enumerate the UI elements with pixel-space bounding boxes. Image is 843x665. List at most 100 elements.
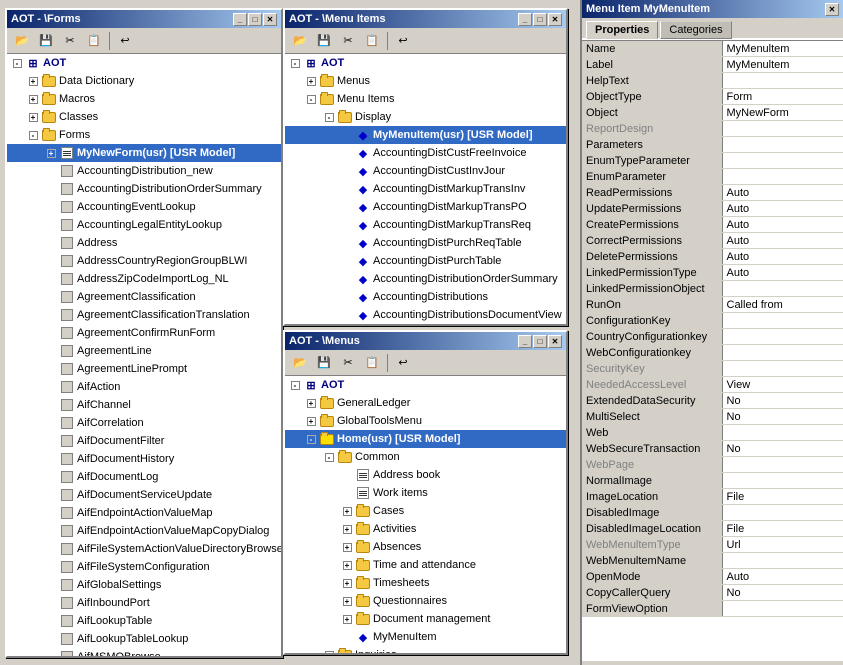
list-item[interactable]: AccountingEventLookup: [7, 198, 281, 216]
mn-gl[interactable]: + GeneralLedger: [285, 394, 566, 412]
mi-mymenuitem[interactable]: ◆ MyMenuItem(usr) [USR Model]: [285, 126, 566, 144]
prop-value[interactable]: File: [722, 489, 843, 505]
prop-value[interactable]: File: [722, 521, 843, 537]
prop-value[interactable]: No: [722, 393, 843, 409]
mn-inq-expander[interactable]: +: [321, 647, 337, 653]
table-row[interactable]: CreatePermissionsAuto: [582, 217, 843, 233]
prop-value[interactable]: [722, 553, 843, 569]
list-item[interactable]: ◆ AccountingDistributions: [285, 288, 566, 306]
mn-activities[interactable]: + Activities: [285, 520, 566, 538]
mn-aot-root[interactable]: - ⊞ AOT: [285, 376, 566, 394]
forms-tb-btn2[interactable]: 💾: [35, 31, 57, 51]
list-item[interactable]: ◆ AccountingDistCustFreeInvoice: [285, 144, 566, 162]
prop-value[interactable]: Auto: [722, 265, 843, 281]
table-row[interactable]: DisabledImageLocationFile: [582, 521, 843, 537]
table-row[interactable]: DeletePermissionsAuto: [582, 249, 843, 265]
table-row[interactable]: WebMenultemTypeUrl: [582, 537, 843, 553]
forms-mynewform[interactable]: + MyNewForm(usr) [USR Model]: [7, 144, 281, 162]
forms-maximize-btn[interactable]: □: [248, 13, 262, 26]
list-item[interactable]: AccountingDistribution_new: [7, 162, 281, 180]
table-row[interactable]: EnumParameter: [582, 169, 843, 185]
table-row[interactable]: FormViewOption: [582, 601, 843, 617]
mi-menuitems[interactable]: - Menu Items: [285, 90, 566, 108]
mn-cases[interactable]: + Cases: [285, 502, 566, 520]
list-item[interactable]: AifEndpointActionValueMapCopyDialog: [7, 522, 281, 540]
mn-inquiries[interactable]: + Inquiries: [285, 646, 566, 653]
mi-aot-root[interactable]: - ⊞ AOT: [285, 54, 566, 72]
table-row[interactable]: NeededAccessLevelView: [582, 377, 843, 393]
list-item[interactable]: ◆ AccountingDistMarkupTransPO: [285, 198, 566, 216]
table-row[interactable]: WebPage: [582, 457, 843, 473]
prop-value[interactable]: Auto: [722, 233, 843, 249]
prop-value[interactable]: [722, 169, 843, 185]
list-item[interactable]: ◆ AccountingDistributionOrderSummary: [285, 270, 566, 288]
table-row[interactable]: RunOnCalled from: [582, 297, 843, 313]
prop-value[interactable]: [722, 73, 843, 89]
list-item[interactable]: AifGlobalSettings: [7, 576, 281, 594]
list-item[interactable]: AifDocumentLog: [7, 468, 281, 486]
table-row[interactable]: ObjectTypeForm: [582, 89, 843, 105]
table-row[interactable]: MultiSelectNo: [582, 409, 843, 425]
prop-value[interactable]: Auto: [722, 249, 843, 265]
list-item[interactable]: ◆ AccountingDistCustInvJour: [285, 162, 566, 180]
list-item[interactable]: AifAction: [7, 378, 281, 396]
table-row[interactable]: ConfigurationKey: [582, 313, 843, 329]
table-row[interactable]: LabelMyMenultem: [582, 57, 843, 73]
list-item[interactable]: AifLookupTable: [7, 612, 281, 630]
table-row[interactable]: NameMyMenultem: [582, 41, 843, 57]
mn-aot-expander[interactable]: -: [287, 377, 303, 393]
menus-close[interactable]: ✕: [548, 335, 562, 348]
list-item[interactable]: AddressZipCodeImportLog_NL: [7, 270, 281, 288]
table-row[interactable]: DisabledImage: [582, 505, 843, 521]
table-row[interactable]: HelpText: [582, 73, 843, 89]
forms-minimize-btn[interactable]: _: [233, 13, 247, 26]
prop-value[interactable]: [722, 473, 843, 489]
table-row[interactable]: CopyCallerQueryNo: [582, 585, 843, 601]
prop-value[interactable]: [722, 361, 843, 377]
prop-value[interactable]: Auto: [722, 217, 843, 233]
mn-mymenuitem[interactable]: ◆ MyMenuItem: [285, 628, 566, 646]
table-row[interactable]: LinkedPermissionObject: [582, 281, 843, 297]
mi-menus-expander[interactable]: +: [303, 73, 319, 89]
mn-gtm[interactable]: + GlobalToolsMenu: [285, 412, 566, 430]
table-row[interactable]: Parameters: [582, 137, 843, 153]
prop-value[interactable]: Auto: [722, 185, 843, 201]
list-item[interactable]: AifMSMQBrowse: [7, 648, 281, 656]
mn-activities-expander[interactable]: +: [339, 521, 355, 537]
forms-forms-expander[interactable]: -: [25, 127, 41, 143]
menus-tree[interactable]: - ⊞ AOT + GeneralLedger + GlobalToolsMen…: [285, 376, 566, 653]
mi-menuitems-expander[interactable]: -: [303, 91, 319, 107]
mn-timesheets[interactable]: + Timesheets: [285, 574, 566, 592]
mn-workitems[interactable]: Work items: [285, 484, 566, 502]
mn-home-expander[interactable]: -: [303, 431, 319, 447]
prop-value[interactable]: [722, 345, 843, 361]
mn-tb1[interactable]: 📂: [289, 353, 311, 373]
mn-absences-expander[interactable]: +: [339, 539, 355, 555]
table-row[interactable]: EnumTypeParameter: [582, 153, 843, 169]
table-row[interactable]: Web: [582, 425, 843, 441]
list-item[interactable]: AgreementConfirmRunForm: [7, 324, 281, 342]
forms-tb-btn1[interactable]: 📂: [11, 31, 33, 51]
list-item[interactable]: AddressCountryRegionGroupBLWI: [7, 252, 281, 270]
prop-value[interactable]: [722, 329, 843, 345]
mi-aot-expander[interactable]: -: [287, 55, 303, 71]
list-item[interactable]: AgreementLine: [7, 342, 281, 360]
mn-tb3[interactable]: ✂: [337, 353, 359, 373]
mn-ts-expander[interactable]: +: [339, 575, 355, 591]
prop-value[interactable]: [722, 153, 843, 169]
list-item[interactable]: AccountingLegalEntityLookup: [7, 216, 281, 234]
list-item[interactable]: AifDocumentFilter: [7, 432, 281, 450]
prop-value[interactable]: [722, 505, 843, 521]
menuitems-tree[interactable]: - ⊞ AOT + Menus - Menu Items - Display ◆…: [285, 54, 566, 324]
mn-q-expander[interactable]: +: [339, 593, 355, 609]
forms-tb-btn5[interactable]: ↩: [114, 31, 136, 51]
prop-value[interactable]: [722, 457, 843, 473]
table-row[interactable]: WebMenultemName: [582, 553, 843, 569]
table-row[interactable]: ImageLocationFile: [582, 489, 843, 505]
list-item[interactable]: AgreementClassificationTranslation: [7, 306, 281, 324]
list-item[interactable]: AccountingDistributionOrderSummary: [7, 180, 281, 198]
forms-macros[interactable]: + Macros: [7, 90, 281, 108]
list-item[interactable]: AifEndpointActionValueMap: [7, 504, 281, 522]
mn-gtm-expander[interactable]: +: [303, 413, 319, 429]
prop-value[interactable]: Called from: [722, 297, 843, 313]
